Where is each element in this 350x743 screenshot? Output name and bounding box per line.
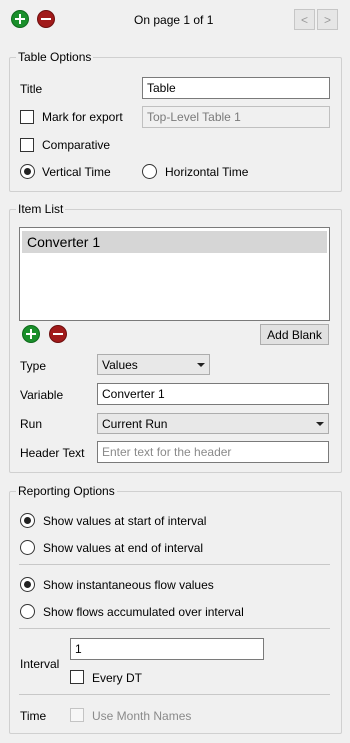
list-item[interactable]: Converter 1 (22, 231, 327, 253)
variable-input[interactable]: Converter 1 (97, 383, 329, 405)
accumulated-label: Show flows accumulated over interval (43, 605, 244, 619)
instantaneous-label: Show instantaneous flow values (43, 578, 214, 592)
type-label: Type (20, 359, 47, 373)
every-dt-checkbox[interactable] (70, 670, 84, 684)
type-select-value: Values (102, 357, 138, 372)
export-name-field: Top-Level Table 1 (142, 106, 330, 128)
title-input[interactable]: Table (142, 77, 330, 99)
remove-item-button[interactable] (49, 325, 67, 343)
item-listbox[interactable]: Converter 1 (19, 227, 330, 321)
chevron-down-icon (197, 362, 205, 367)
type-select[interactable]: Values (97, 354, 210, 375)
header-text-label: Header Text (20, 446, 85, 460)
instantaneous-radio[interactable] (20, 577, 35, 592)
table-options-legend: Table Options (16, 50, 94, 64)
chevron-down-icon (316, 421, 324, 426)
vertical-time-radio[interactable] (20, 164, 35, 179)
accumulated-radio[interactable] (20, 604, 35, 619)
interval-label: Interval (20, 657, 60, 671)
horizontal-time-radio[interactable] (142, 164, 157, 179)
add-blank-button[interactable]: Add Blank (260, 324, 329, 345)
next-page-button[interactable]: > (317, 9, 338, 30)
interval-input[interactable]: 1 (70, 638, 264, 660)
start-interval-radio[interactable] (20, 513, 35, 528)
start-interval-label: Show values at start of interval (43, 514, 207, 528)
month-names-checkbox (70, 708, 84, 722)
run-select-value: Current Run (102, 416, 168, 431)
divider (19, 628, 330, 629)
comparative-label: Comparative (42, 138, 111, 152)
divider (19, 564, 330, 565)
month-names-label: Use Month Names (92, 709, 192, 723)
mark-export-label: Mark for export (42, 110, 123, 124)
end-interval-radio[interactable] (20, 540, 35, 555)
end-interval-label: Show values at end of interval (43, 541, 204, 555)
title-label: Title (20, 82, 43, 96)
minus-icon (53, 332, 63, 336)
run-label: Run (20, 417, 43, 431)
comparative-checkbox[interactable] (20, 138, 34, 152)
header-text-input[interactable]: Enter text for the header (97, 441, 329, 463)
horizontal-time-label: Horizontal Time (165, 165, 249, 179)
every-dt-label: Every DT (92, 671, 143, 685)
reporting-options-legend: Reporting Options (16, 484, 117, 498)
add-table-button[interactable] (11, 10, 29, 28)
variable-label: Variable (20, 388, 64, 402)
minus-icon (41, 17, 51, 21)
page-status: On page 1 of 1 (134, 13, 214, 27)
time-label: Time (20, 709, 47, 723)
prev-page-button[interactable]: < (294, 9, 315, 30)
run-select[interactable]: Current Run (97, 413, 329, 434)
mark-export-checkbox[interactable] (20, 110, 34, 124)
vertical-time-label: Vertical Time (42, 165, 111, 179)
remove-table-button[interactable] (37, 10, 55, 28)
add-item-button[interactable] (22, 325, 40, 343)
divider (19, 694, 330, 695)
item-list-legend: Item List (16, 202, 66, 216)
